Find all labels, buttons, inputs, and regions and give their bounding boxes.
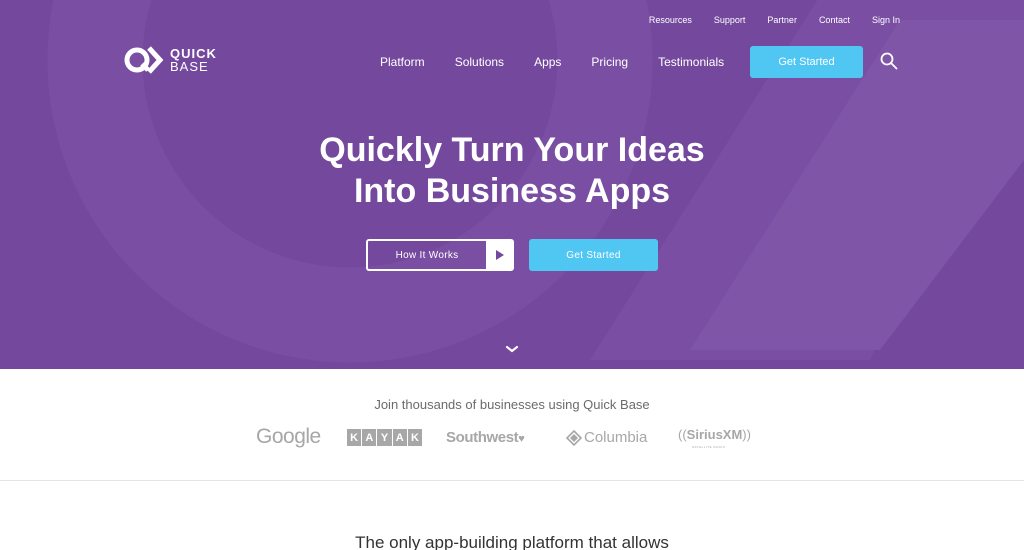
- kayak-logo: K A Y A K: [347, 429, 423, 446]
- siriusxm-logo: (( SiriusXM )) SATELLITE RADIO: [678, 427, 751, 449]
- hero-get-started-button[interactable]: Get Started: [529, 239, 658, 271]
- google-logo: Google: [256, 425, 321, 448]
- utility-link-contact[interactable]: Contact: [819, 15, 850, 25]
- nav-get-started-button[interactable]: Get Started: [750, 46, 863, 78]
- how-it-works-label: How It Works: [395, 249, 459, 261]
- utility-link-support[interactable]: Support: [714, 15, 746, 25]
- hero-section: Resources Support Partner Contact Sign I…: [0, 0, 1024, 369]
- siriusxm-wordmark: SiriusXM: [686, 427, 743, 442]
- southwest-logo: Southwest♥: [446, 429, 525, 446]
- columbia-wordmark: Columbia: [584, 429, 648, 446]
- nav-pricing[interactable]: Pricing: [591, 55, 628, 69]
- play-icon: [486, 241, 512, 269]
- hero-headline: Quickly Turn Your Ideas Into Business Ap…: [0, 130, 1024, 212]
- kayak-letter: Y: [377, 429, 392, 446]
- heart-icon: ♥: [518, 433, 525, 445]
- siriusxm-subtitle: SATELLITE RADIO: [692, 445, 726, 449]
- hero-headline-line1: Quickly Turn Your Ideas: [319, 131, 705, 169]
- left-wave-icon: ((: [678, 427, 687, 442]
- nav-platform[interactable]: Platform: [380, 55, 425, 69]
- nav-testimonials[interactable]: Testimonials: [658, 55, 724, 69]
- right-wave-icon: )): [742, 427, 751, 442]
- kayak-letter: A: [392, 429, 407, 446]
- hero-headline-line2: Into Business Apps: [353, 172, 671, 210]
- platform-tagline: The only app-building platform that allo…: [355, 533, 669, 550]
- how-it-works-button[interactable]: How It Works: [366, 239, 514, 271]
- utility-link-partner[interactable]: Partner: [767, 15, 797, 25]
- utility-nav: Resources Support Partner Contact Sign I…: [649, 15, 900, 25]
- utility-link-sign-in[interactable]: Sign In: [872, 15, 900, 25]
- southwest-wordmark: Southwest: [446, 429, 519, 446]
- chevron-down-icon[interactable]: [505, 345, 519, 354]
- customers-heading: Join thousands of businesses using Quick…: [374, 397, 650, 412]
- columbia-logo: Columbia: [566, 429, 647, 446]
- nav-apps[interactable]: Apps: [534, 55, 561, 69]
- utility-link-resources[interactable]: Resources: [649, 15, 692, 25]
- columbia-diamond-icon: [566, 429, 582, 446]
- quickbase-logo-icon: [124, 46, 164, 74]
- kayak-letter: A: [362, 429, 377, 446]
- brand-logo[interactable]: QUICK BASE: [124, 44, 217, 76]
- nav-solutions[interactable]: Solutions: [455, 55, 504, 69]
- brand-wordmark: QUICK BASE: [170, 47, 217, 73]
- search-icon[interactable]: [880, 52, 898, 70]
- brand-line2: BASE: [170, 59, 209, 74]
- kayak-letter: K: [347, 429, 362, 446]
- customer-logos-section: Join thousands of businesses using Quick…: [0, 369, 1024, 481]
- main-nav: Platform Solutions Apps Pricing Testimon…: [380, 46, 724, 78]
- kayak-letter: K: [407, 429, 423, 446]
